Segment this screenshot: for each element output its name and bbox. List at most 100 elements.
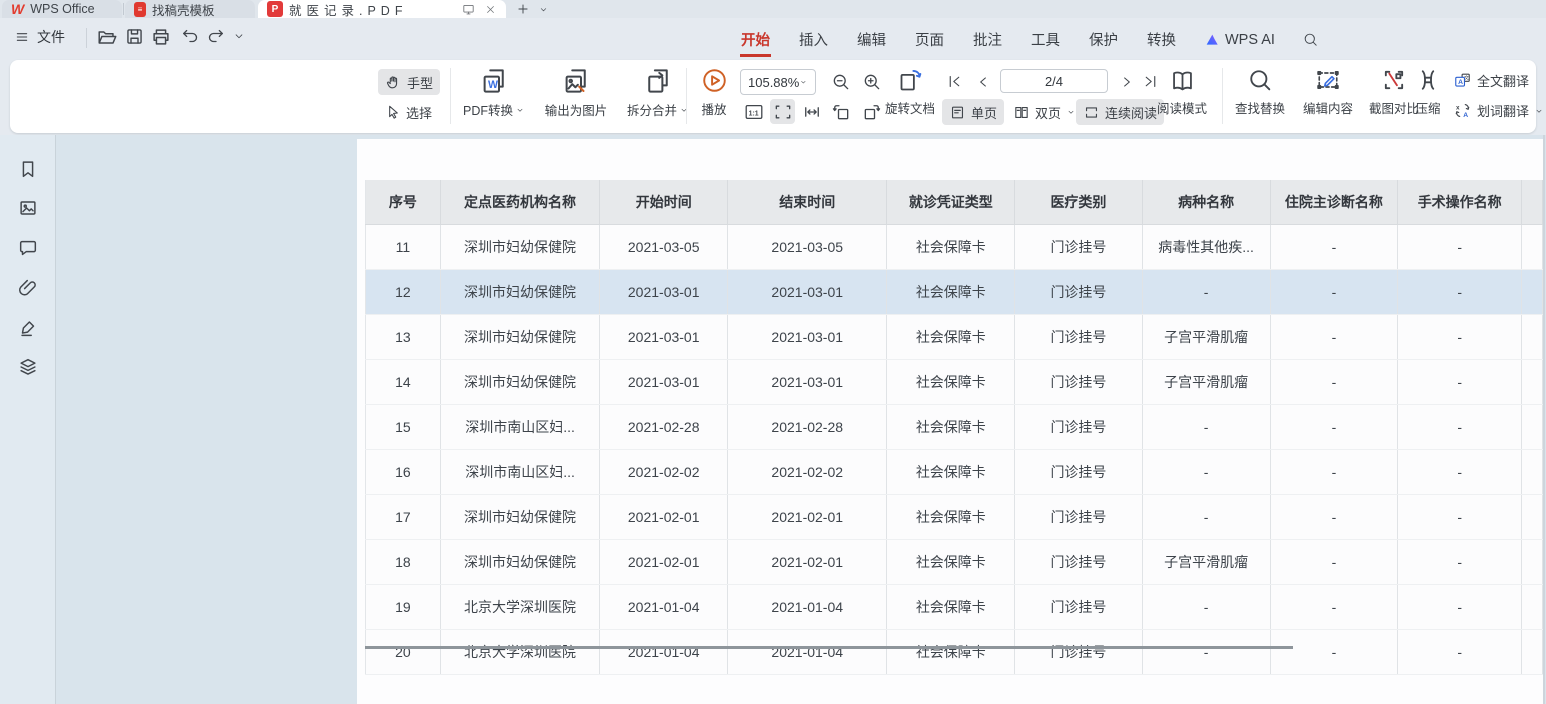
menu-item-页面[interactable]: 页面: [914, 26, 945, 53]
divider: [1222, 68, 1223, 124]
table-cell: 2021-01-04: [600, 630, 728, 675]
table-header-row: 序号定点医药机构名称开始时间结束时间就诊凭证类型医疗类别病种名称住院主诊断名称手…: [366, 180, 1543, 225]
word-translate-label: 划词翻译: [1477, 101, 1529, 120]
present-monitor-icon[interactable]: [461, 2, 476, 17]
single-page-button[interactable]: 单页: [942, 99, 1004, 125]
tab-docer-template[interactable]: ≡ 找稿壳模板: [125, 0, 255, 18]
tab-wps-office[interactable]: W WPS Office: [2, 0, 122, 18]
actual-size-button[interactable]: 1:1: [741, 99, 766, 124]
close-tab-icon[interactable]: [484, 3, 497, 16]
table-row[interactable]: 16深圳市南山区妇...2021-02-022021-02-02社会保障卡门诊挂…: [366, 450, 1543, 495]
table-row[interactable]: 13深圳市妇幼保健院2021-03-012021-03-01社会保障卡门诊挂号子…: [366, 315, 1543, 360]
menu-item-编辑[interactable]: 编辑: [856, 26, 887, 53]
double-page-button[interactable]: 双页: [1006, 99, 1083, 125]
rotate-left-button[interactable]: [828, 99, 853, 124]
hand-tool-button[interactable]: 手型: [378, 69, 440, 95]
bookmarks-panel-button[interactable]: [17, 158, 39, 180]
new-tab-button[interactable]: [514, 1, 532, 17]
divider: [86, 28, 87, 48]
menu-item-插入[interactable]: 插入: [798, 26, 829, 53]
menu-item-批注[interactable]: 批注: [972, 26, 1003, 53]
next-page-button[interactable]: [1114, 69, 1139, 94]
previous-page-button[interactable]: [970, 69, 995, 94]
table-cell: -: [1270, 450, 1398, 495]
thumbnails-panel-button[interactable]: [17, 197, 39, 219]
first-page-button[interactable]: [942, 69, 967, 94]
menu-item-工具[interactable]: 工具: [1030, 26, 1061, 53]
save-button[interactable]: [124, 26, 148, 50]
edit-content-button[interactable]: 编辑内容: [1296, 66, 1360, 117]
menu-search-button[interactable]: [1302, 31, 1319, 48]
tab-medical-record-pdf[interactable]: P 就医记录.PDF: [258, 0, 506, 18]
table-cell: -: [1270, 495, 1398, 540]
menu-item-转换[interactable]: 转换: [1146, 26, 1177, 53]
redo-button[interactable]: [206, 26, 230, 50]
select-tool-button[interactable]: 选择: [378, 99, 439, 125]
print-button[interactable]: [150, 26, 174, 50]
fit-width-button[interactable]: [799, 99, 824, 124]
page-number-input[interactable]: [1000, 69, 1108, 93]
tab-separator: [123, 3, 124, 15]
wps-ai-button[interactable]: WPS AI: [1204, 32, 1275, 48]
tab-label: WPS Office: [30, 2, 94, 16]
table-cell: -: [1270, 270, 1398, 315]
fit-page-button[interactable]: [770, 99, 795, 124]
compress-button[interactable]: 压缩: [1408, 66, 1448, 117]
quick-access-chevron-icon[interactable]: [232, 29, 256, 53]
chevron-down-icon: [1066, 107, 1076, 117]
table-row[interactable]: 20北京大学深圳医院2021-01-042021-01-04社会保障卡门诊挂号-…: [366, 630, 1543, 675]
single-page-icon: [949, 104, 966, 121]
play-button[interactable]: 播放: [694, 66, 734, 118]
table-cell: 深圳市妇幼保健院: [440, 540, 600, 585]
table-cell: 深圳市妇幼保健院: [440, 225, 600, 270]
edit-content-label: 编辑内容: [1303, 98, 1353, 117]
table-cell: 门诊挂号: [1015, 540, 1143, 585]
table-row[interactable]: 19北京大学深圳医院2021-01-042021-01-04社会保障卡门诊挂号-…: [366, 585, 1543, 630]
table-cell: 深圳市南山区妇...: [440, 405, 600, 450]
table-cell: -: [1270, 315, 1398, 360]
table-cell: 2021-01-04: [600, 585, 728, 630]
attachments-panel-button[interactable]: [17, 277, 39, 299]
table-cell: 深圳市南山区妇...: [440, 450, 600, 495]
table-row[interactable]: 15深圳市南山区妇...2021-02-282021-02-28社会保障卡门诊挂…: [366, 405, 1543, 450]
table-row[interactable]: 17深圳市妇幼保健院2021-02-012021-02-01社会保障卡门诊挂号-…: [366, 495, 1543, 540]
table-cell: 深圳市妇幼保健院: [440, 360, 600, 405]
column-header: 结束时间: [728, 180, 887, 225]
read-mode-button[interactable]: 阅读模式: [1150, 67, 1214, 117]
table-cell: 社会保障卡: [887, 225, 1015, 270]
table-cell: -: [1142, 630, 1270, 675]
table-cell: 病毒性其他疾...: [1142, 225, 1270, 270]
open-file-button[interactable]: [96, 26, 120, 50]
file-menu-button[interactable]: 文件: [14, 27, 65, 47]
table-row[interactable]: 18深圳市妇幼保健院2021-02-012021-02-01社会保障卡门诊挂号子…: [366, 540, 1543, 585]
table-row[interactable]: 11深圳市妇幼保健院2021-03-052021-03-05社会保障卡门诊挂号病…: [366, 225, 1543, 270]
svg-text:A: A: [1458, 79, 1463, 86]
pdf-convert-button[interactable]: W PDF转换: [453, 66, 535, 119]
zoom-level-combo[interactable]: 105.88%: [740, 69, 816, 95]
undo-button[interactable]: [180, 26, 204, 50]
zoom-out-button[interactable]: [828, 69, 853, 94]
docer-icon: ≡: [134, 2, 146, 17]
table-cell: 2021-02-01: [600, 540, 728, 585]
pdf-page[interactable]: 序号定点医药机构名称开始时间结束时间就诊凭证类型医疗类别病种名称住院主诊断名称手…: [357, 139, 1543, 704]
tab-list-chevron-icon[interactable]: [536, 3, 550, 15]
layers-panel-button[interactable]: [17, 356, 39, 378]
export-image-button[interactable]: 输出为图片: [537, 66, 615, 119]
table-row[interactable]: 12深圳市妇幼保健院2021-03-012021-03-01社会保障卡门诊挂号-…: [366, 270, 1543, 315]
menu-item-开始[interactable]: 开始: [740, 26, 771, 53]
find-replace-button[interactable]: 查找替换: [1228, 66, 1292, 117]
table-cell-partial: [1522, 225, 1543, 270]
full-translate-button[interactable]: 文A 全文翻译: [1453, 71, 1529, 90]
table-cell: 深圳市妇幼保健院: [440, 495, 600, 540]
table-row[interactable]: 14深圳市妇幼保健院2021-03-012021-03-01社会保障卡门诊挂号子…: [366, 360, 1543, 405]
export-image-label: 输出为图片: [545, 100, 608, 119]
tab-label: 找稿壳模板: [152, 0, 215, 19]
rotate-document-button[interactable]: 旋转文档: [878, 67, 942, 117]
signature-panel-button[interactable]: [17, 317, 39, 339]
table-cell: 社会保障卡: [887, 405, 1015, 450]
word-translate-button[interactable]: xA 划词翻译: [1453, 101, 1544, 120]
table-cell: -: [1398, 450, 1522, 495]
comments-panel-button[interactable]: [17, 237, 39, 259]
printer-icon: [150, 26, 172, 48]
menu-item-保护[interactable]: 保护: [1088, 26, 1119, 53]
